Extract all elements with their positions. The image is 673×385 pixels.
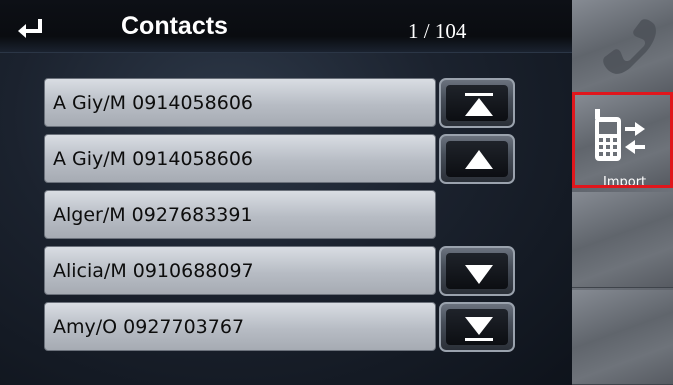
- scroll-up-button[interactable]: [439, 134, 515, 184]
- contact-item[interactable]: Alger/M 0927683391: [44, 190, 436, 239]
- contact-item[interactable]: A Giy/M 0914058606: [44, 78, 436, 127]
- contact-label: A Giy/M 0914058606: [53, 92, 254, 114]
- phone-icon: [603, 19, 656, 74]
- contact-item[interactable]: Amy/O 0927703767: [44, 302, 436, 351]
- back-arrow-icon: [18, 19, 42, 38]
- contact-item[interactable]: A Giy/M 0914058606: [44, 134, 436, 183]
- side-empty-slot: [572, 192, 673, 288]
- scroll-down-button[interactable]: [439, 246, 515, 296]
- contact-label: Alger/M 0927683391: [53, 204, 253, 226]
- scroll-up-icon: [465, 150, 493, 169]
- header-bar: Contacts 1 / 104: [0, 0, 572, 53]
- back-button[interactable]: [14, 16, 48, 42]
- page-counter: 1 / 104: [408, 19, 467, 43]
- side-empty-slot: [572, 290, 673, 385]
- contact-label: Amy/O 0927703767: [53, 316, 245, 338]
- import-label: Import: [603, 175, 647, 188]
- contact-label: Alicia/M 0910688097: [53, 260, 254, 282]
- call-button[interactable]: [572, 0, 673, 96]
- contact-label: A Giy/M 0914058606: [53, 148, 254, 170]
- page-title: Contacts: [121, 12, 228, 40]
- contacts-screen: Contacts 1 / 104 A Giy/M 0914058606 A Gi…: [0, 0, 572, 385]
- import-button[interactable]: Import: [572, 92, 673, 188]
- scroll-to-bottom-button[interactable]: [439, 302, 515, 352]
- scroll-to-top-button[interactable]: [439, 78, 515, 128]
- phone-transfer-icon: [595, 109, 645, 161]
- scroll-to-bottom-icon: [465, 317, 493, 341]
- scroll-to-top-icon: [465, 93, 493, 116]
- contact-item[interactable]: Alicia/M 0910688097: [44, 246, 436, 295]
- scroll-down-icon: [465, 265, 493, 284]
- side-panel: Import: [572, 0, 673, 385]
